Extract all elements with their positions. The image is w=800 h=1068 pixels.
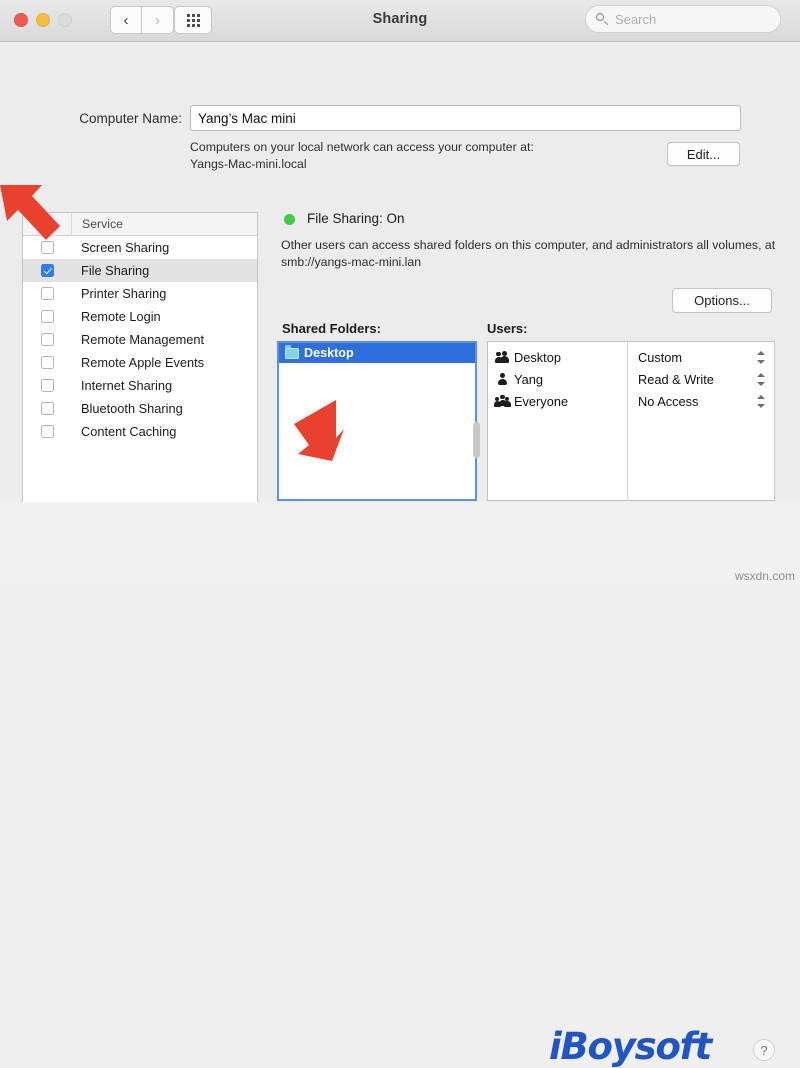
status-title: File Sharing: On (307, 211, 405, 226)
preferences-content: Computer Name: Yang’s Mac mini Computers… (0, 42, 800, 502)
person-icon (495, 372, 510, 386)
permission-value: Custom (638, 349, 683, 365)
computer-name-label: Computer Name: (79, 111, 182, 126)
user-name-label: Desktop (514, 349, 561, 365)
computer-name-value: Yang’s Mac mini (198, 110, 296, 126)
services-table[interactable]: On Service Screen Sharing File Sharing Pri… (22, 212, 258, 502)
shared-folders-list[interactable]: Desktop (277, 341, 477, 501)
service-name-label: Printer Sharing (81, 286, 167, 301)
computer-name-input[interactable]: Yang’s Mac mini (190, 105, 741, 131)
checkbox-unchecked-icon[interactable] (40, 310, 54, 323)
service-checkbox-cell[interactable] (23, 379, 71, 392)
services-table-header: On Service (23, 213, 257, 236)
service-row[interactable]: Screen Sharing (23, 236, 257, 259)
users-label: Users: (487, 321, 528, 336)
permission-popup[interactable]: No Access (628, 390, 774, 412)
checkbox-unchecked-icon[interactable] (40, 379, 54, 392)
service-row[interactable]: Remote Management (23, 328, 257, 351)
user-row[interactable]: Desktop (488, 346, 627, 368)
branding-strip: iBoysoft ? wsxdn.com (0, 502, 800, 1068)
service-row[interactable]: Content Caching (23, 420, 257, 443)
shared-folders-row-container: Desktop (279, 343, 475, 363)
sharing-preferences-window: ‹ › Sharing Search Computer Name: Yang’s… (0, 0, 800, 502)
screenshot-root: ‹ › Sharing Search Computer Name: Yang’s… (0, 0, 800, 1068)
checkbox-checked-icon[interactable] (40, 264, 54, 277)
service-checkbox-cell[interactable] (23, 333, 71, 346)
service-row[interactable]: Bluetooth Sharing (23, 397, 257, 420)
permission-value: Read & Write (638, 371, 714, 387)
checkbox-unchecked-icon[interactable] (40, 287, 54, 300)
stepper-arrows-icon[interactable] (757, 394, 765, 408)
status-indicator-dot (284, 214, 295, 225)
service-name-label: Remote Management (81, 332, 205, 347)
checkbox-unchecked-icon[interactable] (40, 402, 54, 415)
permission-popup[interactable]: Read & Write (628, 368, 774, 390)
checkbox-unchecked-icon[interactable] (40, 425, 54, 438)
local-hostname: Yangs-Mac-mini.local (190, 157, 307, 171)
checkbox-unchecked-icon[interactable] (40, 333, 54, 346)
options-button[interactable]: Options... (672, 288, 772, 313)
user-row[interactable]: Everyone (488, 390, 627, 412)
checkbox-unchecked-icon[interactable] (40, 241, 54, 254)
stepper-arrows-icon[interactable] (757, 372, 765, 386)
service-checkbox-cell[interactable] (23, 402, 71, 415)
service-name-label: Internet Sharing (81, 378, 173, 393)
watermark-text: wsxdn.com (734, 569, 795, 583)
column-header-on: On (23, 213, 72, 235)
service-row[interactable]: Internet Sharing (23, 374, 257, 397)
service-name-label: Content Caching (81, 424, 177, 439)
service-name-label: Screen Sharing (81, 240, 170, 255)
user-row[interactable]: Yang (488, 368, 627, 390)
shared-folder-label: Desktop (304, 346, 354, 360)
folder-icon (285, 344, 299, 359)
search-placeholder: Search (615, 11, 657, 27)
service-checkbox-cell[interactable] (23, 425, 71, 438)
service-checkbox-cell[interactable] (23, 241, 71, 254)
service-row[interactable]: Printer Sharing (23, 282, 257, 305)
status-description: Other users can access shared folders on… (281, 238, 776, 269)
two-person-icon (494, 350, 510, 364)
services-row-container: Screen Sharing File Sharing Printer Sharin… (23, 236, 257, 443)
shared-folders-label: Shared Folders: (282, 321, 381, 336)
service-checkbox-cell[interactable] (23, 310, 71, 323)
network-access-line: Computers on your local network can acce… (190, 140, 534, 154)
users-permission-column: Custom Read & Write No Access (628, 342, 774, 500)
user-name-label: Everyone (514, 393, 569, 409)
three-person-icon (494, 394, 511, 408)
service-row[interactable]: Remote Login (23, 305, 257, 328)
service-row[interactable]: File Sharing (23, 259, 257, 282)
service-name-label: Remote Apple Events (81, 355, 205, 370)
service-name-label: File Sharing (81, 263, 150, 278)
service-checkbox-cell[interactable] (23, 287, 71, 300)
permission-value: No Access (638, 393, 699, 409)
service-checkbox-cell[interactable] (23, 264, 71, 277)
stepper-arrows-icon[interactable] (757, 350, 765, 364)
service-name-label: Remote Login (81, 309, 161, 324)
users-list[interactable]: Desktop Yang Everyone Custom Read & Write No… (487, 341, 775, 501)
window-titlebar: ‹ › Sharing Search (0, 0, 800, 42)
service-checkbox-cell[interactable] (23, 356, 71, 369)
permission-popup[interactable]: Custom (628, 346, 774, 368)
users-name-column: Desktop Yang Everyone (488, 342, 628, 500)
iboysoft-logo: iBoysoft (549, 1025, 712, 1068)
edit-button[interactable]: Edit... (667, 142, 740, 166)
computer-name-description: Computers on your local network can acce… (190, 139, 660, 173)
shared-folders-scrollbar[interactable] (473, 422, 480, 458)
shared-folder-row[interactable]: Desktop (279, 343, 475, 363)
service-name-label: Bluetooth Sharing (81, 401, 183, 416)
search-icon (596, 12, 609, 26)
checkbox-unchecked-icon[interactable] (40, 356, 54, 369)
help-button[interactable]: ? (753, 1039, 775, 1061)
search-field[interactable]: Search (585, 5, 781, 33)
user-name-label: Yang (514, 371, 543, 387)
service-row[interactable]: Remote Apple Events (23, 351, 257, 374)
column-header-service: Service (82, 217, 124, 231)
